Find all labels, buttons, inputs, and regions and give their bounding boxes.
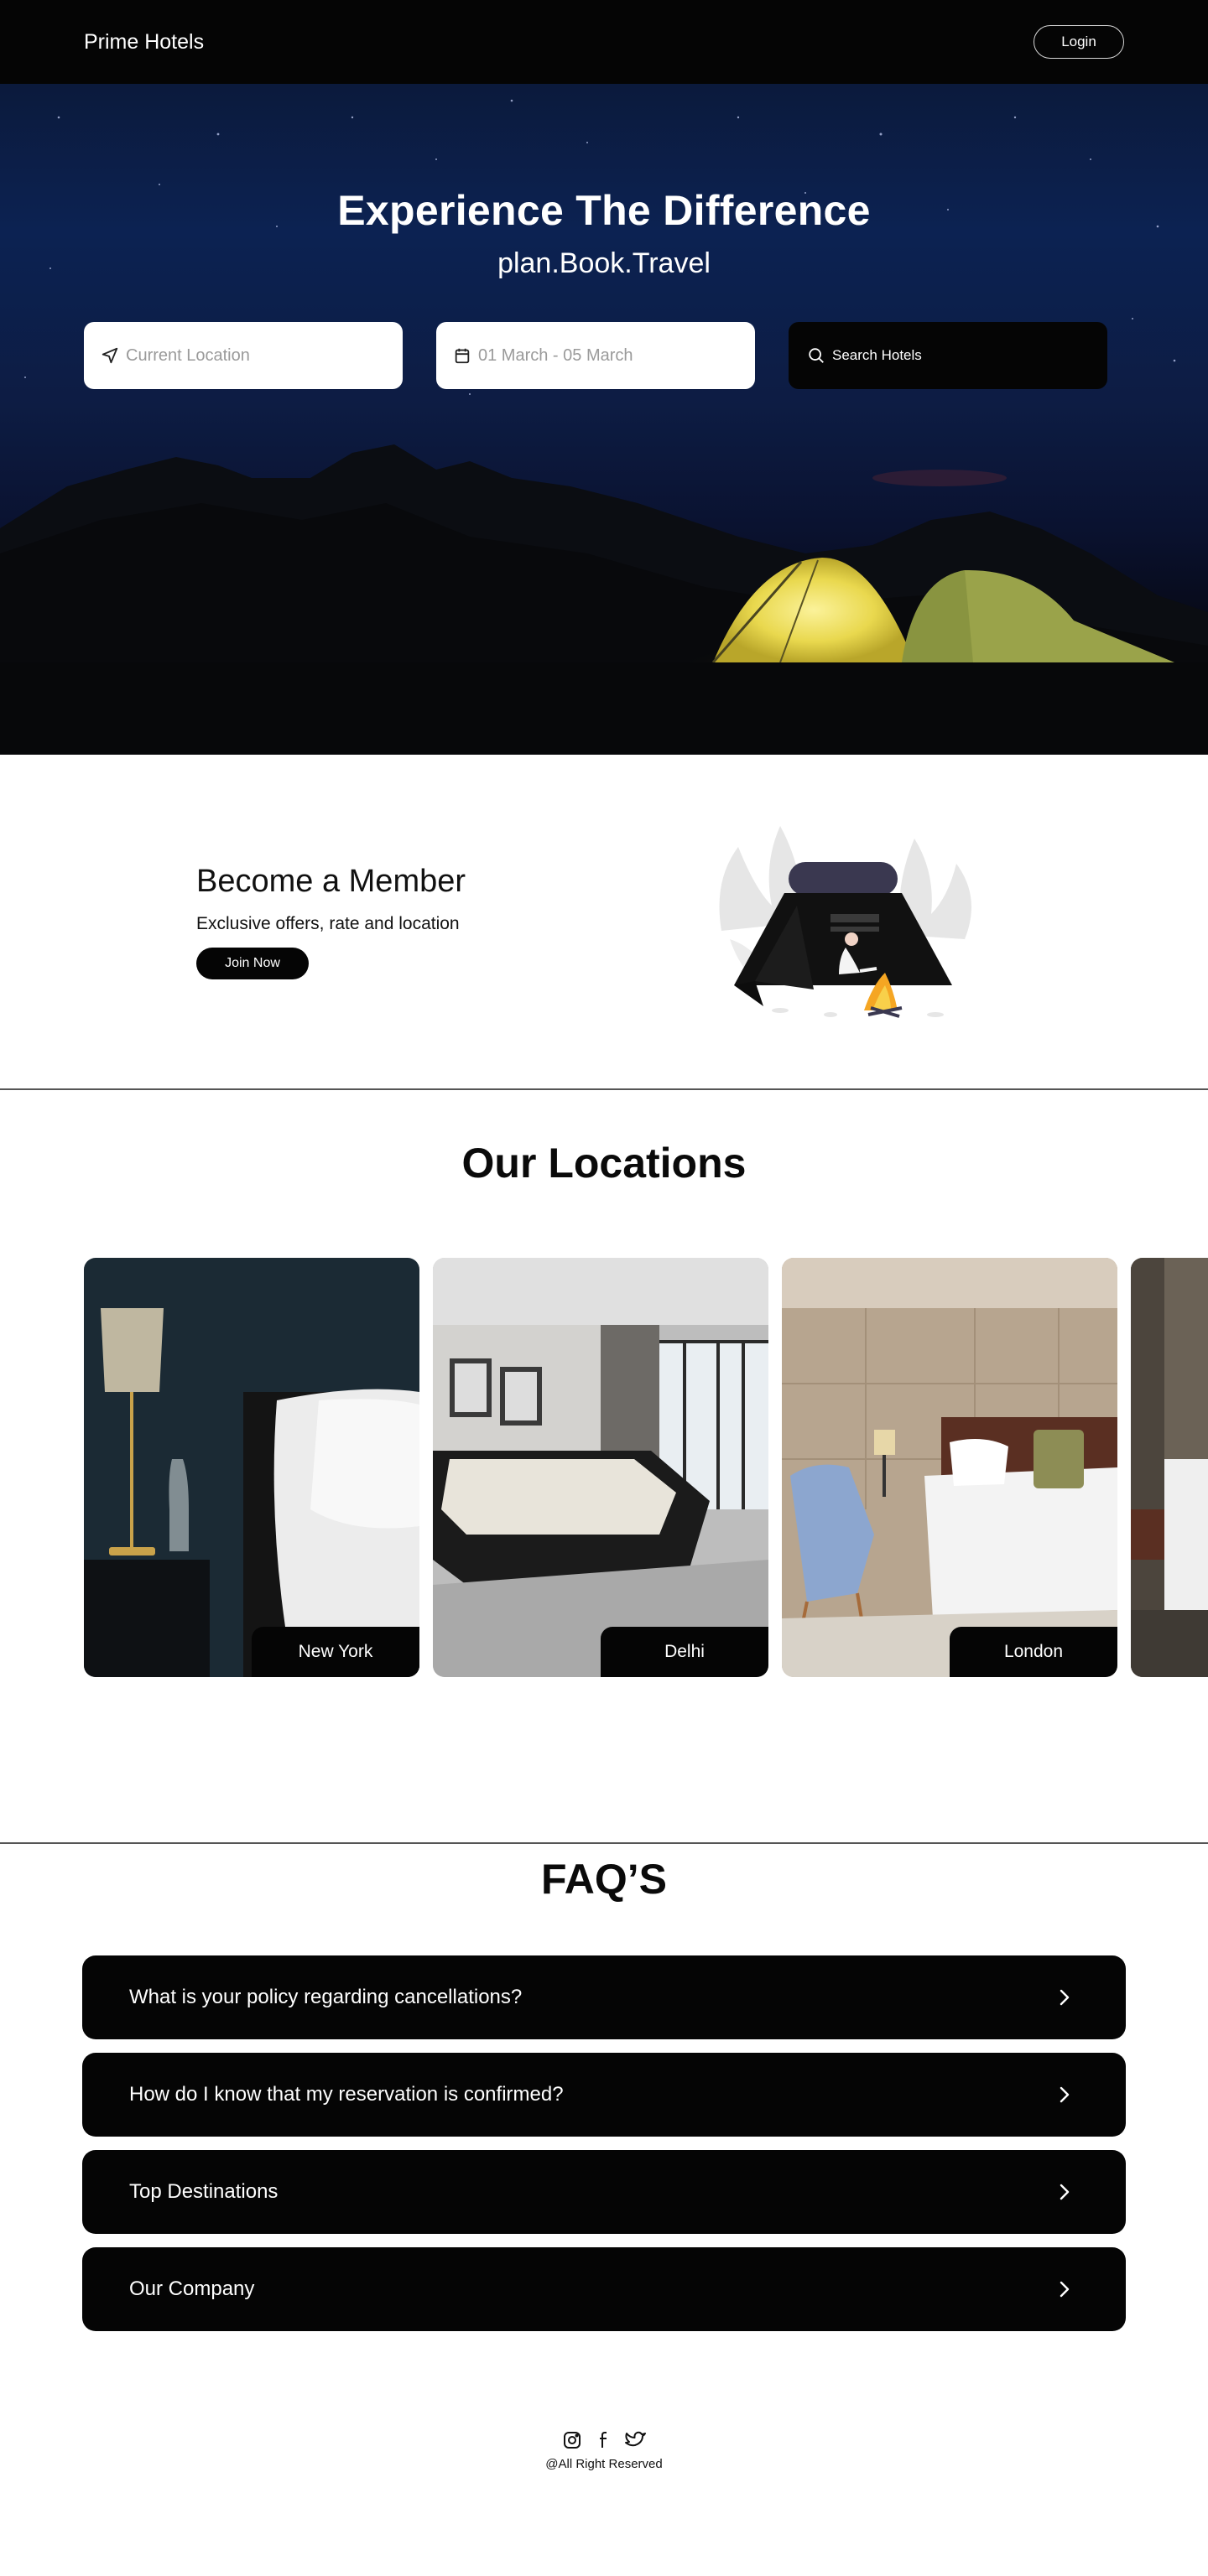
chevron-right-icon bbox=[1060, 2086, 1070, 2103]
chevron-right-icon bbox=[1060, 1989, 1070, 2006]
search-hotels-button[interactable]: Search Hotels bbox=[789, 322, 1107, 389]
location-placeholder: Current Location bbox=[126, 345, 250, 365]
location-card-label: London bbox=[950, 1627, 1117, 1677]
search-hotels-label: Search Hotels bbox=[832, 347, 922, 363]
london-hotel-image bbox=[782, 1258, 1117, 1677]
faq-item-cancellations[interactable]: What is your policy regarding cancellati… bbox=[82, 1955, 1126, 2039]
hotel-image-partial bbox=[1131, 1258, 1208, 1677]
hero-title: Experience The Difference bbox=[337, 187, 871, 234]
delhi-hotel-image bbox=[433, 1258, 768, 1677]
faq-question: How do I know that my reservation is con… bbox=[129, 2083, 564, 2106]
faq-title: FAQ’S bbox=[540, 1856, 668, 1903]
faq-item-our-company[interactable]: Our Company bbox=[82, 2247, 1126, 2331]
location-card-partial[interactable] bbox=[1131, 1258, 1208, 1677]
member-title: Become a Member bbox=[196, 864, 466, 899]
faq-question: Top Destinations bbox=[129, 2180, 279, 2203]
faq-question: Our Company bbox=[129, 2277, 255, 2300]
instagram-icon[interactable] bbox=[560, 2428, 584, 2452]
location-card-new-york[interactable]: New York bbox=[84, 1258, 419, 1677]
hero-subtitle: plan.Book.Travel bbox=[497, 247, 711, 279]
calendar-icon bbox=[451, 345, 473, 366]
copyright-text: @All Right Reserved bbox=[545, 2457, 663, 2471]
section-divider bbox=[0, 1088, 1208, 1090]
section-divider bbox=[0, 1842, 1208, 1844]
location-card-label: New York bbox=[252, 1627, 419, 1677]
location-card-label: Delhi bbox=[601, 1627, 768, 1677]
social-links bbox=[560, 2427, 648, 2454]
faq-item-reservation[interactable]: How do I know that my reservation is con… bbox=[82, 2053, 1126, 2137]
faq-question: What is your policy regarding cancellati… bbox=[129, 1986, 523, 2008]
date-placeholder: 01 March - 05 March bbox=[478, 345, 633, 365]
facebook-icon[interactable] bbox=[592, 2428, 616, 2452]
hero-section: Experience The Difference plan.Book.Trav… bbox=[0, 84, 1208, 755]
twitter-icon[interactable] bbox=[624, 2428, 648, 2452]
locations-title: Our Locations bbox=[461, 1140, 747, 1187]
member-subtitle: Exclusive offers, rate and location bbox=[196, 914, 460, 933]
new-york-hotel-image bbox=[84, 1258, 419, 1677]
join-now-button[interactable]: Join Now bbox=[196, 948, 309, 979]
faq-item-top-destinations[interactable]: Top Destinations bbox=[82, 2150, 1126, 2234]
camping-illustration bbox=[719, 826, 971, 1018]
hero-background-image bbox=[0, 99, 1208, 755]
search-icon bbox=[805, 345, 827, 366]
location-card-delhi[interactable]: Delhi bbox=[433, 1258, 768, 1677]
login-button[interactable]: Login bbox=[1034, 25, 1124, 59]
chevron-right-icon bbox=[1060, 2281, 1070, 2298]
date-range-input[interactable]: 01 March - 05 March bbox=[436, 322, 755, 389]
location-arrow-icon bbox=[99, 345, 121, 366]
location-input[interactable]: Current Location bbox=[84, 322, 403, 389]
location-card-london[interactable]: London bbox=[782, 1258, 1117, 1677]
brand-logo[interactable]: Prime Hotels bbox=[84, 30, 204, 55]
chevron-right-icon bbox=[1060, 2184, 1070, 2200]
top-navbar: Prime Hotels Login bbox=[0, 0, 1208, 84]
